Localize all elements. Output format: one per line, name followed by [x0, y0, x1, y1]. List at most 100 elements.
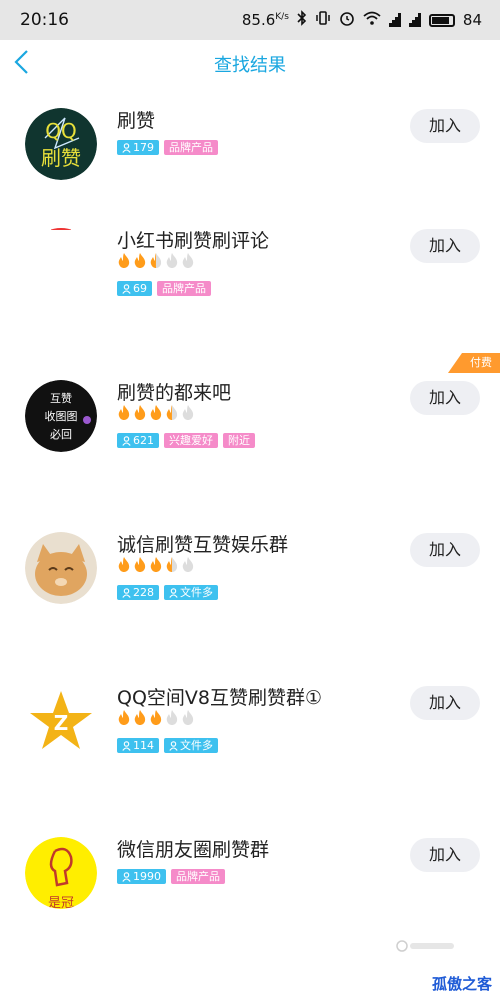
page-title: 查找结果 [214, 55, 286, 76]
person-icon [122, 283, 131, 294]
category-tag: 品牌产品 [164, 140, 218, 155]
result-item[interactable]: 互赞 收图图 必回 刷赞的都来吧 621 兴趣爱好 附近 加入 付费 [0, 353, 500, 496]
flame-icon [150, 405, 162, 420]
person-icon [169, 587, 178, 598]
network-speed-unit: K/s [275, 12, 289, 22]
member-count: 621 [133, 434, 154, 447]
network-speed: 85.6K/s [242, 11, 289, 29]
join-button[interactable]: 加入 [410, 229, 480, 263]
paid-badge: 付费 [448, 353, 500, 373]
member-count-tag: 621 [117, 433, 159, 448]
category-tag-label: 品牌产品 [176, 870, 220, 883]
svg-text:刷赞: 刷赞 [41, 146, 81, 170]
battery-level: 84 [462, 11, 482, 29]
flame-icon [150, 252, 163, 269]
activity-level [117, 404, 195, 421]
svg-text:Z: Z [54, 711, 69, 735]
join-button[interactable]: 加入 [410, 838, 480, 872]
svg-text:是冠: 是冠 [48, 896, 74, 909]
category-tag-label: 附近 [228, 434, 250, 447]
bluetooth-icon [297, 10, 307, 30]
status-bar: 20:16 85.6K/s 84 [0, 0, 500, 40]
member-count: 114 [133, 739, 154, 752]
person-icon [122, 740, 131, 751]
alarm-icon [339, 10, 355, 30]
category-tag: 品牌产品 [171, 869, 225, 884]
watermark: 孤傲之客 [431, 975, 492, 993]
activity-level [117, 556, 195, 573]
avatar [25, 228, 97, 300]
avatar: 是冠 [25, 837, 97, 909]
tag-list: 69 品牌产品 [117, 281, 211, 296]
member-count-tag: 114 [117, 738, 159, 753]
flame-icon [150, 710, 162, 725]
result-item[interactable]: 诚信刷赞互赞娱乐群 228 文件多 加入 [0, 508, 500, 648]
join-button[interactable]: 加入 [410, 533, 480, 567]
tag-list: 228 文件多 [117, 585, 218, 600]
status-time: 20:16 [20, 10, 69, 30]
flame-icon [182, 405, 194, 420]
network-speed-value: 85.6 [241, 11, 276, 29]
tag-list: 621 兴趣爱好 附近 [117, 433, 255, 448]
category-tag: 文件多 [164, 738, 218, 753]
tag-list: 1990 品牌产品 [117, 869, 225, 884]
join-button[interactable]: 加入 [410, 109, 480, 143]
flame-icon [166, 710, 178, 725]
flame-icon [118, 557, 130, 572]
member-count: 1990 [133, 870, 161, 883]
group-name: 诚信刷赞互赞娱乐群 [117, 534, 289, 556]
signal-icon [388, 13, 401, 27]
flame-icon [118, 253, 130, 268]
vibrate-icon [315, 10, 331, 30]
avatar [25, 532, 97, 604]
svg-text:互赞: 互赞 [50, 392, 72, 405]
category-tag: 品牌产品 [157, 281, 211, 296]
group-name: 刷赞的都来吧 [117, 382, 232, 404]
tag-list: 179 品牌产品 [117, 140, 218, 155]
group-name: 刷赞 [117, 110, 156, 132]
member-count-tag: 228 [117, 585, 159, 600]
member-count: 179 [133, 141, 154, 154]
avatar: QQ 刷赞 [25, 108, 97, 180]
avatar: Z [25, 685, 97, 757]
join-button[interactable]: 加入 [410, 381, 480, 415]
result-item[interactable]: 是冠 微信朋友圈刷赞群 1990 品牌产品 加入 [0, 813, 500, 953]
svg-text:必回: 必回 [50, 428, 72, 441]
result-item[interactable]: QQ 刷赞 刷赞 179 品牌产品 加入 [0, 84, 500, 224]
category-tag-label: 品牌产品 [169, 141, 213, 154]
category-tag-label: 文件多 [180, 586, 213, 599]
svg-text:QQ: QQ [45, 119, 76, 143]
category-tag: 文件多 [164, 585, 218, 600]
member-count-tag: 69 [117, 281, 152, 296]
category-tag-label: 品牌产品 [162, 282, 206, 295]
watermark-faint [396, 939, 456, 956]
flame-icon [134, 405, 146, 420]
result-item[interactable]: 小红书刷赞刷评论 69 品牌产品 加入 [0, 204, 500, 344]
category-tag-label: 文件多 [180, 739, 213, 752]
flame-icon [118, 405, 130, 420]
avatar: 互赞 收图图 必回 [25, 380, 97, 452]
category-tag-label: 兴趣爱好 [169, 434, 213, 447]
flame-icon [182, 710, 194, 725]
flame-icon [134, 253, 146, 268]
category-tag: 附近 [223, 433, 255, 448]
flame-icon [166, 404, 179, 421]
activity-level [117, 252, 195, 269]
wifi-icon [363, 11, 381, 29]
member-count-tag: 1990 [117, 869, 166, 884]
result-item[interactable]: Z QQ空间V8互赞刷赞群① 114 文件多 加入 [0, 661, 500, 801]
person-icon [122, 871, 131, 882]
person-icon [122, 435, 131, 446]
flame-icon [134, 710, 146, 725]
flame-icon [182, 557, 194, 572]
group-name: QQ空间V8互赞刷赞群① [117, 687, 323, 709]
flame-icon [134, 557, 146, 572]
signal-icon-2 [408, 13, 421, 27]
activity-level [117, 709, 195, 726]
join-button[interactable]: 加入 [410, 686, 480, 720]
member-count: 69 [133, 282, 147, 295]
battery-icon [428, 13, 455, 27]
person-icon [169, 740, 178, 751]
group-name: 微信朋友圈刷赞群 [117, 839, 270, 861]
svg-text:收图图: 收图图 [45, 409, 78, 423]
